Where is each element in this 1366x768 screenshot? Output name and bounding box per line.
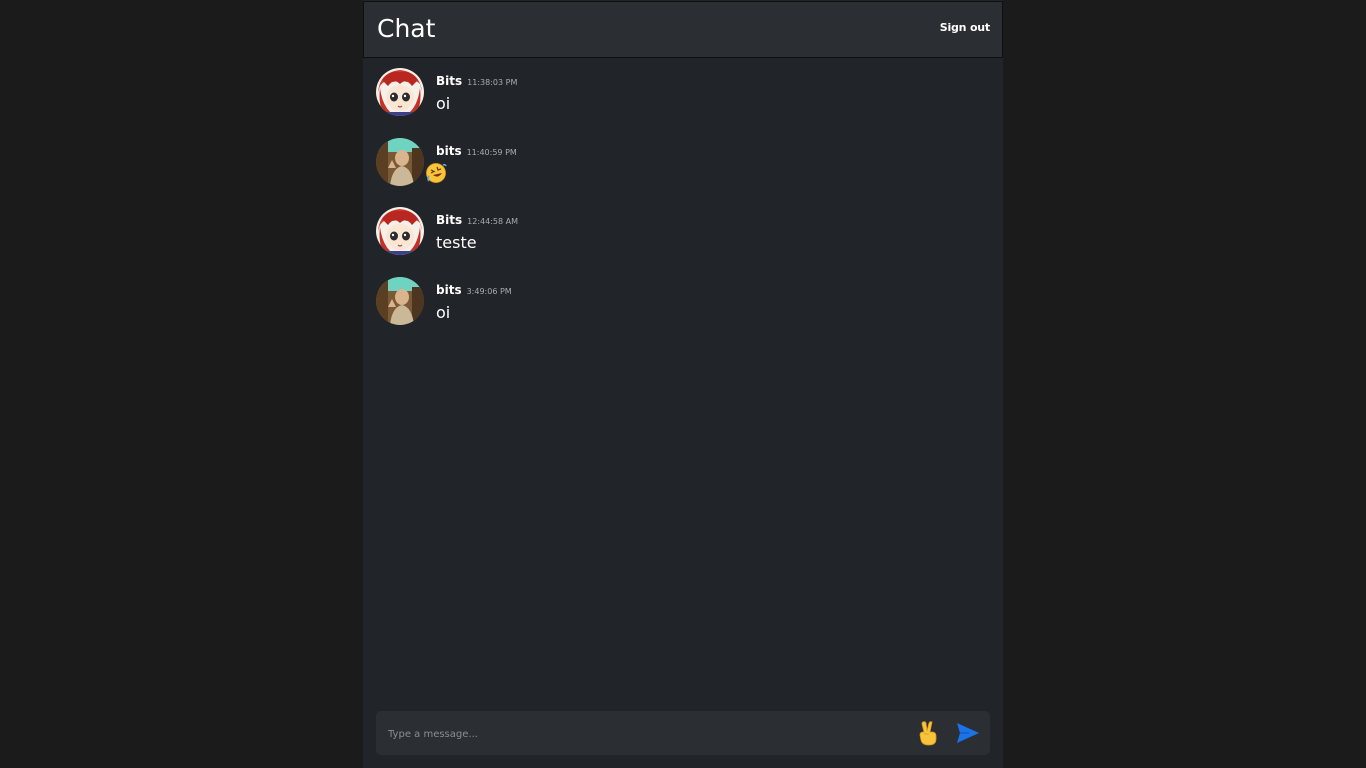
message-item: Bits 12:44:58 AM teste (376, 197, 976, 257)
rolling-laughing-emoji-icon (426, 163, 447, 183)
victory-hand-icon (919, 721, 937, 746)
message-meta: bits 3:49:06 PM (436, 279, 512, 297)
avatar[interactable] (376, 277, 424, 325)
avatar[interactable] (376, 207, 424, 255)
anime-avatar-icon (376, 207, 424, 255)
message-input[interactable] (386, 723, 910, 745)
message-username: Bits (436, 213, 463, 227)
message-emoji (425, 162, 447, 188)
message-time: 12:44:58 AM (467, 217, 518, 226)
anime-avatar-icon (376, 68, 424, 116)
message-text: oi (436, 303, 451, 322)
message-item: bits 11:40:59 PM (376, 128, 976, 188)
page-title: Chat (377, 14, 436, 43)
photo-avatar-icon (376, 277, 424, 325)
avatar[interactable] (376, 68, 424, 116)
message-username: bits (436, 283, 462, 297)
sign-out-button[interactable]: Sign out (940, 21, 990, 34)
message-time: 11:40:59 PM (466, 148, 517, 157)
message-text: oi (436, 94, 451, 113)
message-meta: Bits 12:44:58 AM (436, 209, 518, 227)
avatar[interactable] (376, 138, 424, 186)
message-list: Bits 11:38:03 PM oi bits 11:40:59 PM Bit… (363, 58, 1003, 698)
photo-avatar-icon (376, 138, 424, 186)
message-item: Bits 11:38:03 PM oi (376, 58, 976, 118)
send-button[interactable] (955, 721, 981, 745)
message-time: 11:38:03 PM (467, 78, 518, 87)
message-text: teste (436, 233, 477, 252)
send-icon (957, 723, 979, 743)
message-meta: Bits 11:38:03 PM (436, 70, 518, 88)
message-item: bits 3:49:06 PM oi (376, 267, 976, 327)
chat-header: Chat Sign out (363, 1, 1003, 58)
chat-app: Chat Sign out Bits 11:38:03 PM oi bits 1… (363, 0, 1003, 768)
message-username: bits (436, 144, 462, 158)
message-meta: bits 11:40:59 PM (436, 140, 517, 158)
message-composer (376, 711, 990, 755)
message-time: 3:49:06 PM (466, 287, 512, 296)
emoji-picker-button[interactable] (916, 720, 940, 746)
message-username: Bits (436, 74, 463, 88)
